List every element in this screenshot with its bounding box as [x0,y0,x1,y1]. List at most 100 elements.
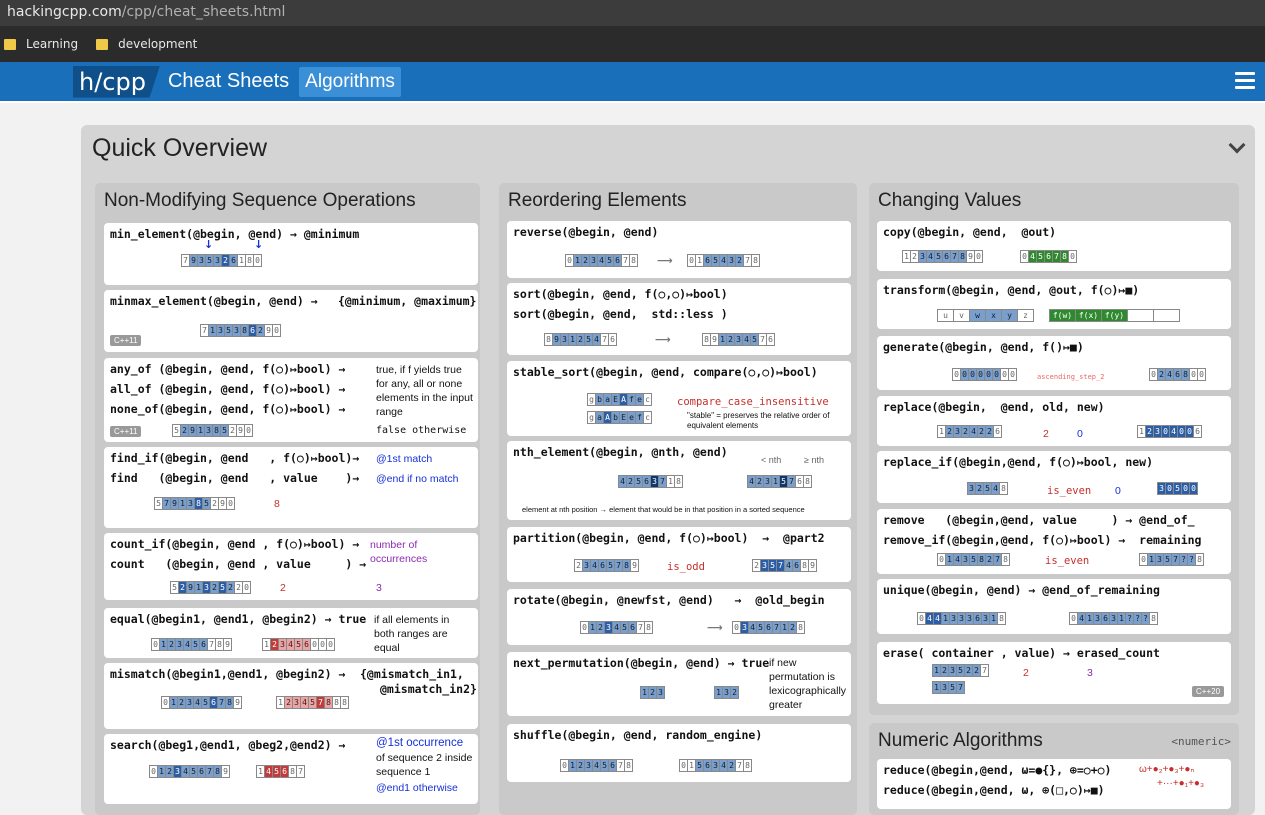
code-line: unique(@begin, @end) → @end_of_remaining [883,583,1160,597]
result-label: +···+●₁+●₃ [1157,778,1205,789]
cell-row: 00000000 [952,368,1017,381]
result-note: number of occurrences [370,539,428,565]
card-sort: sort(@begin, @end, f(○,○)↦bool) sort(@be… [507,283,851,355]
code-line: copy(@begin, @end, @out) [883,225,1057,239]
value-label: 2 [1023,667,1029,679]
cell-row: f(w) f(x) f(y) [1049,309,1180,322]
nav-tab-algorithms[interactable]: Algorithms [299,66,401,97]
cpp11-badge: C++11 [110,426,142,437]
column-non-modifying: Non-Modifying Sequence Operations min_el… [95,183,480,815]
result-note: @1st match [376,453,433,465]
new-value: 0 [1115,485,1121,497]
panel-title: Quick Overview [92,134,268,162]
cell-row: 145687 [256,765,305,778]
column-title: Reordering Elements [508,190,687,211]
code-line: erase( container , value) → erased_count [883,646,1160,660]
cell-row: gbaEAfec [587,393,652,406]
cell-row: 893125476 [544,333,617,346]
bookmark-learning[interactable]: Learning [4,37,78,51]
chevron-down-icon[interactable] [1228,136,1246,154]
result-label: {@minimum, @maximum} [338,294,477,308]
cell-row: 123457888 [276,696,349,709]
cell-row: 015634278 [679,759,752,772]
cell-row: 12304006 [1137,425,1202,438]
folder-icon [96,38,109,50]
card-equal: equal(@begin1, @end1, @begin2) → true if… [104,608,478,658]
card-unique: unique(@begin, @end) → @end_of_remaining… [877,579,1231,634]
result-note: if all elements in both ranges are equal [374,614,450,654]
cell-row: 5291385290 [172,424,253,437]
stable-note: "stable" = preserves the relative order … [687,411,830,430]
cell-row: 12324226 [937,425,1002,438]
code-line: transform(@begin, @end, @out, f(○)↦■) [883,283,1140,297]
generator-label: ascending_step_2 [1037,373,1105,381]
arrow-right-icon: ⟶ [657,254,673,267]
arrow-right-icon: ⟶ [707,621,723,634]
nav-title-cheat-sheets[interactable]: Cheat Sheets [168,70,289,93]
card-find-if: find_if(@begin, @end , f(○)↦bool)→ find … [104,447,478,528]
new-value: 0 [1077,428,1083,440]
result-note: true, if f yields true for any, all or n… [376,364,473,418]
code-line: nth_element(@begin, @nth, @end) [513,445,728,459]
column-reordering: Reordering Elements reverse(@begin, @end… [499,183,857,815]
ge-nth-label: ≥ nth [804,455,824,465]
cell-row: 32548 [967,482,1008,495]
code-line: shuffle(@begin, @end, random_engine) [513,728,763,742]
result-note-false: false otherwise [376,425,467,436]
header-tag: <numeric> [1171,735,1231,748]
cell-row: 1234567890 [902,250,983,263]
cell-row: 891234576 [702,333,775,346]
cell-row: 1235227 [932,664,989,677]
cell-row: 034567128 [732,621,805,634]
cell-row: 0246800 [1149,368,1206,381]
code-line: min_element(@begin, @end) → @minimum [110,227,360,241]
predicate-label: is_odd [667,561,705,573]
cell-row: 5291325220 [170,581,251,594]
arrow-icon: ↓ [254,238,264,251]
address-bar[interactable]: hackingcpp.com/cpp/cheat_sheets.html [0,0,1265,26]
cell-row: 7935326180 [181,254,262,267]
card-reverse: reverse(@begin, @end) 012345678 ⟶ 016543… [507,221,851,278]
code-line: replace(@begin, @end, old, new) [883,400,1105,414]
cell-row: 123 [640,686,665,699]
value-label: 3 [376,582,382,594]
cell-row: 23574689 [752,559,817,572]
code-line: partition(@begin, @end, f(○)↦bool) → @pa… [513,531,825,545]
cell-row: 012345678 [565,254,638,267]
cell-row: 123456000 [262,638,335,651]
card-minmax-element: minmax_element(@begin, @end) → {@minimum… [104,290,478,352]
menu-icon[interactable] [1235,72,1255,93]
column-title: Non-Modifying Sequence Operations [104,190,416,211]
cpp11-badge: C++11 [110,335,142,346]
card-nth-element: nth_element(@begin, @nth, @end) < nth ≥ … [507,441,851,520]
count-label: 3 [1087,667,1093,679]
nth-note: element at nth position → element that w… [522,505,805,514]
value-label: 8 [274,498,280,510]
cell-row: uvwxyz [937,309,1034,322]
card-next-permutation: next_permutation(@begin, @end) → true if… [507,652,851,716]
site-logo[interactable]: h/cpp [73,65,160,98]
url-path: /cpp/cheat_sheets.html [121,4,286,20]
card-stable-sort: stable_sort(@begin, @end, compare(○,○)↦b… [507,361,851,436]
cell-row: 1357 [932,681,965,694]
cell-row: 012345678 [580,621,653,634]
cell-row: 23465789 [574,559,639,572]
card-copy: copy(@begin, @end, @out) 1234567890 0456… [877,221,1231,271]
card-partition: partition(@begin, @end, f(○)↦bool) → @pa… [507,527,851,582]
result-note: of sequence 2 inside sequence 1 [376,752,473,778]
cell-row: 42315768 [747,475,812,488]
cell-row: 0123456789 [161,696,242,709]
quick-overview-panel: Quick Overview Non-Modifying Sequence Op… [81,125,1255,815]
code-line: remove_if(@begin,@end, f(○)↦bool) → rema… [883,533,1202,547]
old-value: 2 [1043,428,1049,440]
code-line: sort(@begin, @end, f(○,○)↦bool) [513,287,728,301]
card-any-all-none-of: any_of (@begin, @end, f(○)↦bool) → all_o… [104,358,478,442]
code-line: sort(@begin, @end, std::less ) [513,307,728,321]
column-numeric: Numeric Algorithms <numeric> reduce(@beg… [869,723,1239,815]
card-remove: remove (@begin,@end, value ) → @end_of_ … [877,509,1231,574]
bookmark-development[interactable]: development [96,37,197,51]
code-line: replace_if(@begin,@end, f(○)↦bool, new) [883,455,1154,469]
result-note: @end1 otherwise [376,782,458,794]
card-replace: replace(@begin, @end, old, new) 12324226… [877,396,1231,446]
predicate-label: is_even [1047,485,1092,497]
